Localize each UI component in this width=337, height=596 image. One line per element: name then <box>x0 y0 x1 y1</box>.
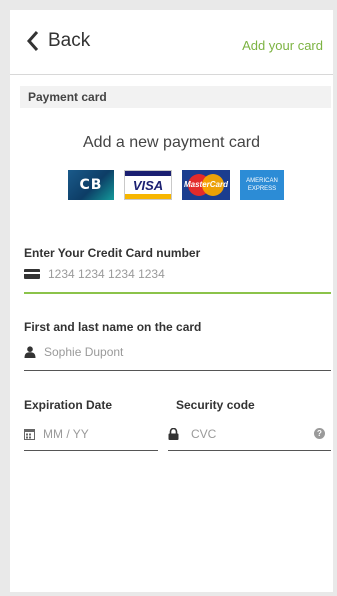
card-number-underline <box>24 292 331 294</box>
security-code-field[interactable]: CVC <box>168 424 216 444</box>
back-label: Back <box>48 30 91 51</box>
expiration-date-underline <box>24 450 158 451</box>
visa-logo: VISA <box>124 170 172 200</box>
mastercard-logo: MasterCard <box>182 170 230 200</box>
top-bar: Back Add your card <box>10 10 333 75</box>
security-code-label: Security code <box>176 398 255 412</box>
cardholder-name-input[interactable]: Sophie Dupont <box>44 345 123 359</box>
security-code-underline <box>168 450 331 451</box>
credit-card-icon <box>24 269 40 279</box>
amex-line-1: AMERICAN <box>246 178 278 184</box>
back-button[interactable]: Back <box>26 30 90 52</box>
lock-icon <box>168 428 179 440</box>
cardholder-name-label: First and last name on the card <box>24 320 202 334</box>
section-header: Payment card <box>20 86 331 108</box>
user-icon <box>24 346 36 358</box>
mastercard-logo-text: MasterCard <box>183 180 228 189</box>
cb-logo: CB <box>68 170 114 200</box>
card-logos: CB VISA MasterCard AMERICAN EXPRESS <box>68 170 284 200</box>
security-code-input[interactable]: CVC <box>191 427 216 441</box>
visa-logo-text: VISA <box>132 178 164 193</box>
phone-screen: Back Add your card Payment card Add a ne… <box>10 10 333 592</box>
section-label: Payment card <box>28 90 107 104</box>
calendar-icon <box>24 429 35 440</box>
amex-logo: AMERICAN EXPRESS <box>240 170 284 200</box>
card-number-label: Enter Your Credit Card number <box>24 246 201 260</box>
page-heading: Add a new payment card <box>83 134 260 151</box>
cardholder-name-field[interactable]: Sophie Dupont <box>24 342 123 362</box>
cardholder-name-underline <box>24 370 331 371</box>
card-number-input[interactable]: 1234 1234 1234 1234 <box>48 267 165 281</box>
amex-logo-text: AMERICAN EXPRESS <box>240 177 284 193</box>
add-your-card-link[interactable]: Add your card <box>242 38 323 53</box>
chevron-left-icon <box>26 31 39 51</box>
expiration-date-field[interactable]: MM / YY <box>24 424 89 444</box>
visa-stripe-top <box>125 171 171 176</box>
help-icon[interactable]: ? <box>314 428 325 439</box>
card-number-field[interactable]: 1234 1234 1234 1234 <box>24 264 165 284</box>
amex-line-2: EXPRESS <box>247 186 277 192</box>
cb-logo-text: CB <box>79 177 103 193</box>
visa-stripe-bottom <box>125 194 171 199</box>
expiration-date-label: Expiration Date <box>24 398 113 412</box>
expiration-date-input[interactable]: MM / YY <box>43 427 89 441</box>
